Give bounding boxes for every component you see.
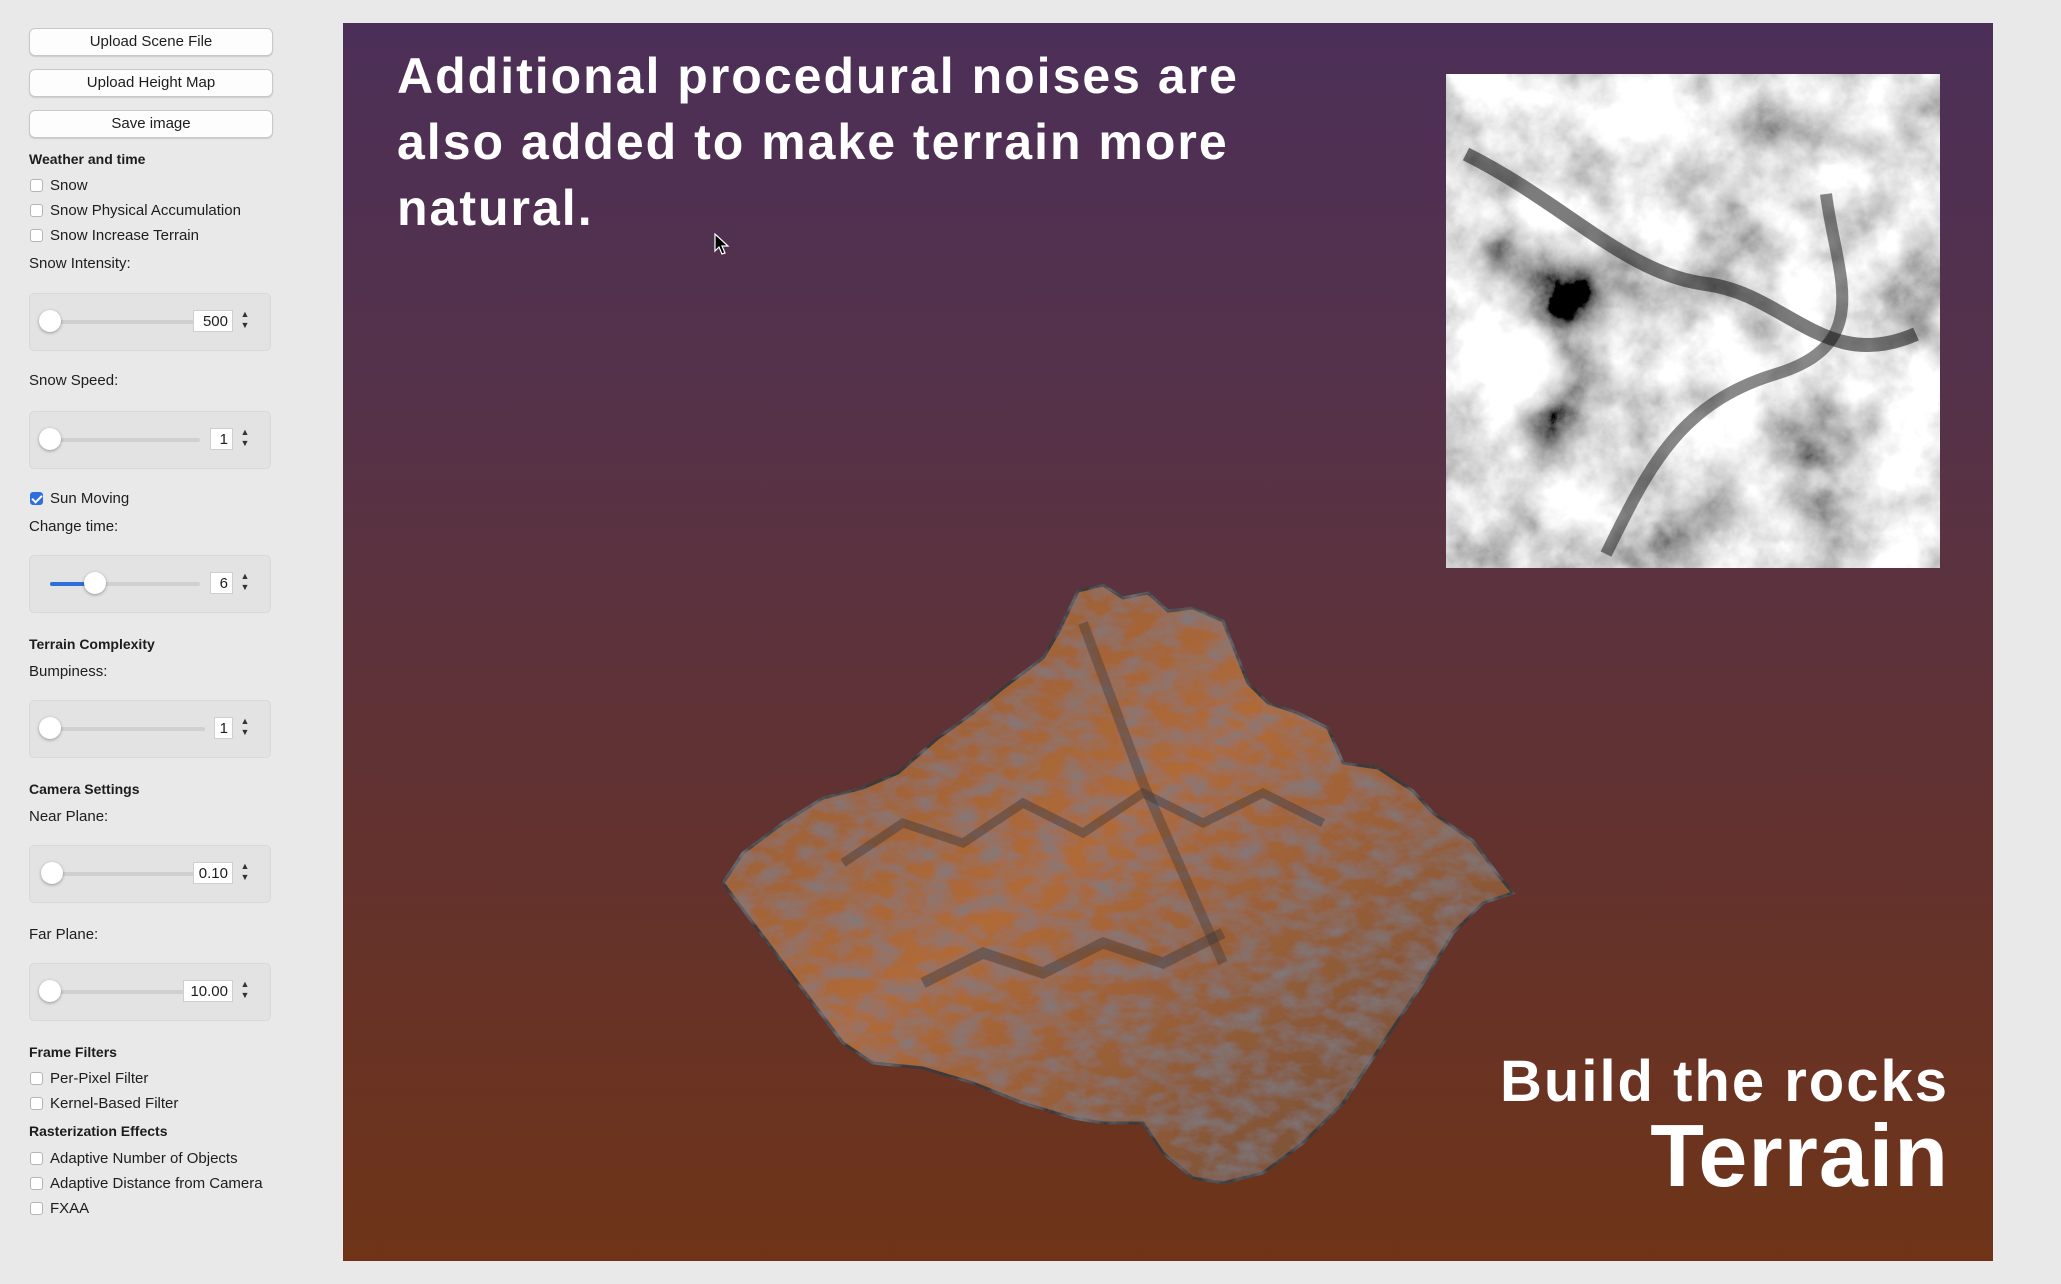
adaptive-objects-checkbox[interactable]: Adaptive Number of Objects	[30, 1148, 238, 1168]
near-plane-label: Near Plane:	[29, 808, 109, 825]
snow-accumulation-checkbox[interactable]: Snow Physical Accumulation	[30, 200, 241, 220]
change-time-label: Change time:	[29, 518, 119, 535]
fxaa-checkbox[interactable]: FXAA	[30, 1198, 89, 1218]
snow-speed-knob[interactable]	[39, 428, 61, 450]
frame-filters-heading: Frame Filters	[29, 1044, 117, 1060]
caption-text: Additional procedural noises are also ad…	[397, 48, 1239, 236]
far-plane-value[interactable]: 10.00	[183, 980, 233, 1002]
snow-intensity-group: 500 ▲ ▼	[29, 293, 271, 351]
change-time-value[interactable]: 6	[210, 572, 233, 594]
snow-intensity-label: Snow Intensity:	[29, 255, 131, 272]
near-plane-group: 0.10 ▲ ▼	[29, 845, 271, 903]
near-plane-value[interactable]: 0.10	[193, 862, 233, 884]
snow-label: Snow	[50, 176, 88, 194]
bumpiness-stepper[interactable]: ▲ ▼	[238, 716, 252, 740]
sun-moving-checkbox-box[interactable]	[30, 491, 43, 505]
snow-increase-terrain-box[interactable]	[30, 228, 43, 242]
per-pixel-filter-box[interactable]	[30, 1071, 43, 1085]
kernel-filter-checkbox[interactable]: Kernel-Based Filter	[30, 1093, 178, 1113]
adaptive-distance-box[interactable]	[30, 1176, 43, 1190]
bumpiness-label: Bumpiness:	[29, 663, 108, 680]
snow-speed-slider[interactable]	[39, 428, 200, 450]
change-time-group: 6 ▲ ▼	[29, 555, 271, 613]
far-plane-slider[interactable]	[39, 980, 195, 1002]
bumpiness-group: 1 ▲ ▼	[29, 700, 271, 758]
far-plane-stepper[interactable]: ▲ ▼	[238, 979, 252, 1003]
far-plane-knob[interactable]	[39, 980, 61, 1002]
control-sidebar: Upload Scene File Upload Height Map Save…	[0, 0, 320, 1284]
adaptive-objects-box[interactable]	[30, 1151, 43, 1165]
snow-speed-group: 1 ▲ ▼	[29, 411, 271, 469]
bumpiness-slider[interactable]	[39, 717, 205, 739]
upload-scene-file-button[interactable]: Upload Scene File	[29, 28, 273, 56]
snow-checkbox[interactable]: Snow	[30, 175, 88, 195]
kernel-filter-box[interactable]	[30, 1096, 43, 1110]
rasterization-effects-heading: Rasterization Effects	[29, 1123, 168, 1139]
snow-speed-label: Snow Speed:	[29, 372, 119, 389]
snow-increase-terrain-label: Snow Increase Terrain	[50, 226, 199, 244]
fxaa-label: FXAA	[50, 1199, 90, 1217]
snow-intensity-slider[interactable]	[39, 310, 205, 332]
camera-settings-heading: Camera Settings	[29, 781, 140, 797]
terrain-mesh	[723, 583, 1516, 1185]
snow-intensity-stepper[interactable]: ▲ ▼	[238, 309, 252, 333]
weather-heading: Weather and time	[29, 151, 146, 167]
snow-increase-terrain-checkbox[interactable]: Snow Increase Terrain	[30, 225, 199, 245]
fxaa-box[interactable]	[30, 1201, 43, 1215]
change-time-stepper[interactable]: ▲ ▼	[238, 571, 252, 595]
snow-intensity-value[interactable]: 500	[193, 310, 233, 332]
near-plane-knob[interactable]	[40, 862, 63, 884]
snow-checkbox-box[interactable]	[30, 178, 43, 192]
render-viewport[interactable]: Additional procedural noises are also ad…	[343, 23, 1993, 1261]
change-time-knob[interactable]	[84, 572, 106, 594]
bumpiness-knob[interactable]	[39, 717, 61, 739]
snow-intensity-knob[interactable]	[39, 310, 61, 332]
snow-accumulation-label: Snow Physical Accumulation	[50, 201, 241, 219]
snow-speed-value[interactable]: 1	[210, 428, 233, 450]
height-map-image	[1446, 74, 1940, 568]
title-text: Terrain	[1650, 1106, 1949, 1205]
upload-height-map-button[interactable]: Upload Height Map	[29, 69, 273, 97]
near-plane-stepper[interactable]: ▲ ▼	[238, 861, 252, 885]
snow-speed-stepper[interactable]: ▲ ▼	[238, 427, 252, 451]
per-pixel-filter-checkbox[interactable]: Per-Pixel Filter	[30, 1068, 148, 1088]
bumpiness-value[interactable]: 1	[214, 717, 233, 739]
per-pixel-filter-label: Per-Pixel Filter	[50, 1069, 149, 1087]
far-plane-label: Far Plane:	[29, 926, 99, 943]
adaptive-objects-label: Adaptive Number of Objects	[50, 1149, 238, 1167]
adaptive-distance-label: Adaptive Distance from Camera	[50, 1174, 263, 1192]
save-image-button[interactable]: Save image	[29, 110, 273, 138]
adaptive-distance-checkbox[interactable]: Adaptive Distance from Camera	[30, 1173, 263, 1193]
snow-accumulation-box[interactable]	[30, 203, 43, 217]
change-time-slider[interactable]	[50, 572, 200, 594]
terrain-complexity-heading: Terrain Complexity	[29, 636, 155, 652]
sun-moving-checkbox[interactable]: Sun Moving	[30, 488, 129, 508]
sun-moving-label: Sun Moving	[50, 489, 130, 507]
kernel-filter-label: Kernel-Based Filter	[50, 1094, 179, 1112]
mouse-cursor-icon	[714, 233, 730, 255]
near-plane-slider[interactable]	[40, 862, 202, 884]
far-plane-group: 10.00 ▲ ▼	[29, 963, 271, 1021]
